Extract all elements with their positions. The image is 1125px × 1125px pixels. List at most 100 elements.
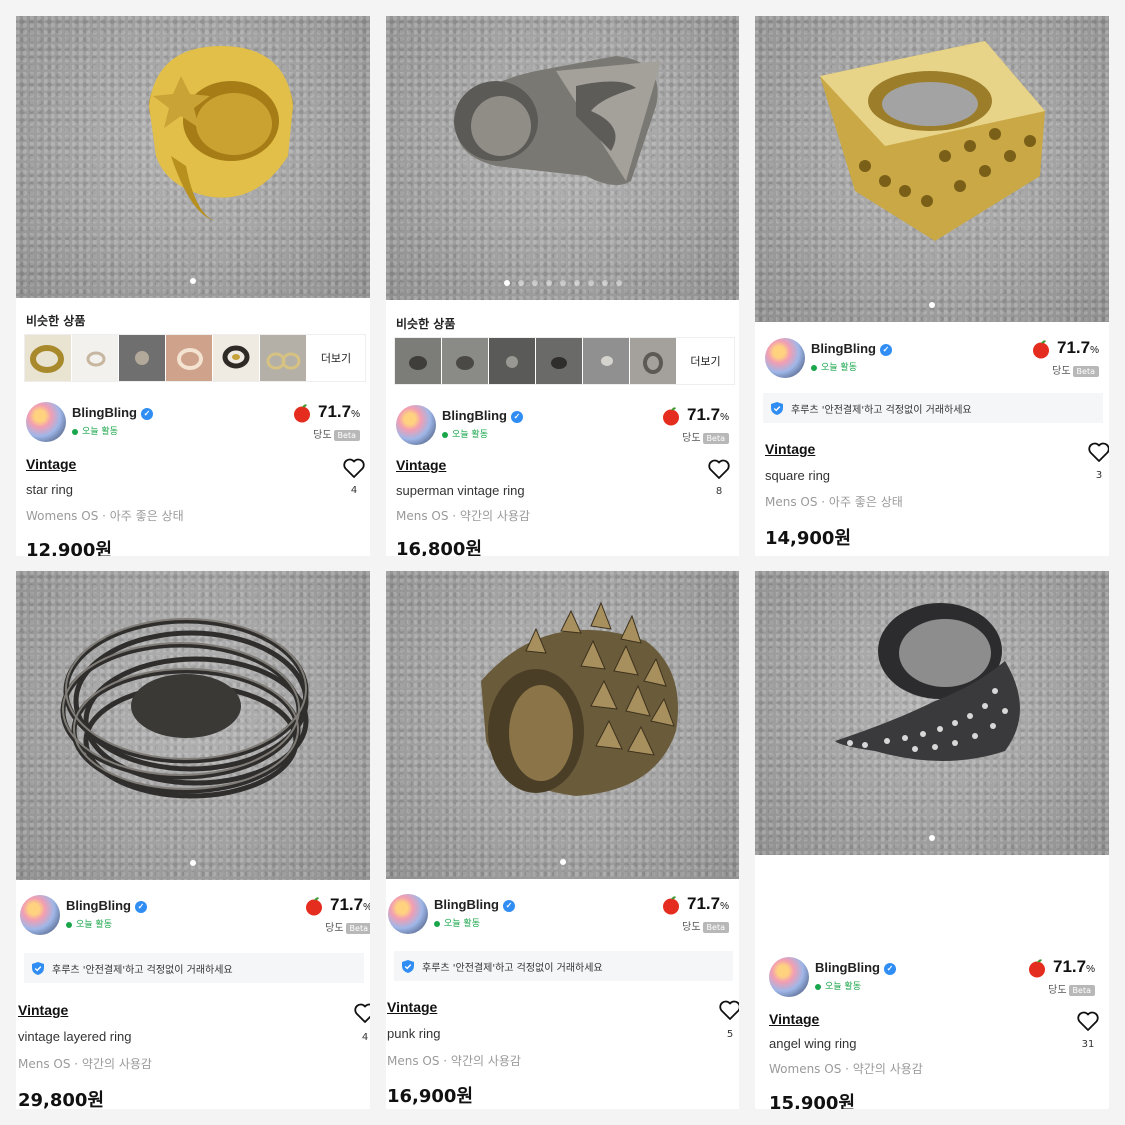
beta-badge: Beta <box>702 922 729 933</box>
apple-icon <box>663 406 679 426</box>
sweetness-score: 71.7% <box>292 402 360 423</box>
activity-status: 오늘 활동 <box>821 363 857 373</box>
product-photo[interactable] <box>755 571 1109 855</box>
product-photo[interactable] <box>755 16 1109 322</box>
safe-payment-banner[interactable]: 후루츠 '안전결제'하고 걱정없이 거래하세요 <box>24 953 364 983</box>
seller-name[interactable]: BlingBling <box>72 405 137 420</box>
similar-item-thumb[interactable] <box>442 338 489 384</box>
similar-item-thumb[interactable] <box>213 335 260 381</box>
product-brand[interactable]: Vintage <box>769 1011 819 1027</box>
seller-name[interactable]: BlingBling <box>815 960 880 975</box>
similar-item-thumb[interactable] <box>72 335 119 381</box>
similar-item-thumb[interactable] <box>536 338 583 384</box>
product-brand[interactable]: Vintage <box>396 457 446 473</box>
product-name[interactable]: vintage layered ring <box>18 1029 131 1044</box>
sweetness-score: 71.7% <box>1031 338 1099 359</box>
seller-avatar[interactable] <box>769 957 809 997</box>
product-condition: Mens OS · 약간의 사용감 <box>387 1054 521 1068</box>
product-brand[interactable]: Vintage <box>18 1002 68 1018</box>
product-name[interactable]: punk ring <box>387 1026 440 1041</box>
like-count: 4 <box>350 485 358 496</box>
product-photo[interactable] <box>386 16 739 300</box>
activity-status: 오늘 활동 <box>452 430 488 440</box>
product-condition: Womens OS · 약간의 사용감 <box>769 1062 923 1076</box>
seller-row[interactable]: BlingBling ✓ 오늘 활동 71.7% 당도Beta <box>769 957 1099 999</box>
seller-avatar[interactable] <box>26 402 66 442</box>
more-similar-button[interactable]: 더보기 <box>677 338 734 384</box>
seller-avatar[interactable] <box>396 405 436 445</box>
online-dot-icon <box>442 431 448 438</box>
punk-ring-image <box>481 601 678 796</box>
product-brand[interactable]: Vintage <box>26 456 76 472</box>
product-photo[interactable] <box>386 571 739 879</box>
seller-name[interactable]: BlingBling <box>66 898 131 913</box>
dangdo-label: 당도 <box>1048 985 1067 996</box>
safe-payment-text: 후루츠 '안전결제'하고 걱정없이 거래하세요 <box>52 964 233 976</box>
activity-status: 오늘 활동 <box>76 920 112 930</box>
seller-avatar[interactable] <box>765 338 805 378</box>
similar-item-thumb[interactable] <box>119 335 166 381</box>
seller-row[interactable]: BlingBling ✓ 오늘 활동 71.7% 당도Beta <box>396 405 733 447</box>
seller-name[interactable]: BlingBling <box>811 341 876 356</box>
similar-items-row: 더보기 <box>24 334 366 382</box>
shield-check-icon <box>32 961 44 975</box>
similar-item-thumb[interactable] <box>260 335 307 381</box>
safe-payment-banner[interactable]: 후루츠 '안전결제'하고 걱정없이 거래하세요 <box>394 951 733 981</box>
safe-payment-text: 후루츠 '안전결제'하고 걱정없이 거래하세요 <box>422 962 603 974</box>
square-ring-image <box>820 41 1045 241</box>
similar-items-row: 더보기 <box>394 337 735 385</box>
similar-items-title: 비슷한 상품 <box>396 317 456 331</box>
beta-badge: Beta <box>1072 366 1099 377</box>
heart-icon[interactable] <box>342 456 366 480</box>
product-name[interactable]: square ring <box>765 468 830 483</box>
similar-items-title: 비슷한 상품 <box>26 314 86 328</box>
product-condition: Mens OS · 약간의 사용감 <box>18 1057 152 1071</box>
product-photo[interactable] <box>16 571 370 880</box>
activity-status: 오늘 활동 <box>82 427 118 437</box>
sweetness-score: 71.7% <box>661 405 729 426</box>
product-brand[interactable]: Vintage <box>765 441 815 457</box>
seller-name[interactable]: BlingBling <box>442 408 507 423</box>
similar-item-thumb[interactable] <box>25 335 72 381</box>
product-card-star-ring[interactable]: 비슷한 상품 더보기 BlingBling ✓ 오늘 활동 71.7% 당도 Bet… <box>16 16 370 556</box>
beta-badge: Beta <box>702 433 729 444</box>
product-brand[interactable]: Vintage <box>387 999 437 1015</box>
product-price: 14,900원 <box>765 528 852 549</box>
product-name[interactable]: angel wing ring <box>769 1036 856 1051</box>
seller-name[interactable]: BlingBling <box>434 897 499 912</box>
dangdo-label: 당도 <box>682 922 701 933</box>
seller-avatar[interactable] <box>388 894 428 934</box>
beta-badge: Beta <box>1068 985 1095 996</box>
product-card-layered-ring[interactable]: BlingBling ✓ 오늘 활동 71.7% 당도Beta 후루츠 '안전결제… <box>16 571 370 1109</box>
product-card-square-ring[interactable]: BlingBling ✓ 오늘 활동 71.7% 당도 Beta 후루츠 '안전결제… <box>755 16 1109 556</box>
product-card-angel-wing-ring[interactable]: BlingBling ✓ 오늘 활동 71.7% 당도 Beta Vintage a… <box>755 571 1109 1109</box>
product-photo[interactable] <box>16 16 370 298</box>
seller-row[interactable]: BlingBling ✓ 오늘 활동 71.7% 당도Beta <box>765 338 1103 380</box>
similar-item-thumb[interactable] <box>489 338 536 384</box>
safe-payment-text: 후루츠 '안전결제'하고 걱정없이 거래하세요 <box>791 404 972 416</box>
seller-row[interactable]: BlingBling ✓ 오늘 활동 71.7% 당도Beta <box>20 895 370 937</box>
shield-check-icon <box>771 401 783 415</box>
seller-row[interactable]: BlingBling ✓ 오늘 활동 71.7% 당도Beta <box>388 894 733 936</box>
product-price: 15,900원 <box>769 1093 856 1109</box>
more-similar-button[interactable]: 더보기 <box>307 335 365 381</box>
similar-item-thumb[interactable] <box>583 338 630 384</box>
verified-badge-icon: ✓ <box>141 407 153 420</box>
similar-item-thumb[interactable] <box>630 338 677 384</box>
product-name[interactable]: star ring <box>26 482 73 497</box>
product-name[interactable]: superman vintage ring <box>396 483 525 498</box>
similar-item-thumb[interactable] <box>166 335 213 381</box>
seller-avatar[interactable] <box>20 895 60 935</box>
heart-icon[interactable] <box>707 457 731 481</box>
heart-icon[interactable] <box>1087 440 1109 464</box>
similar-item-thumb[interactable] <box>395 338 442 384</box>
product-card-punk-ring[interactable]: BlingBling ✓ 오늘 활동 71.7% 당도 Beta 후루츠 '안전결제… <box>386 571 739 1109</box>
apple-icon <box>306 896 322 916</box>
heart-icon[interactable] <box>1076 1009 1100 1033</box>
heart-icon[interactable] <box>718 998 739 1022</box>
verified-badge-icon: ✓ <box>511 410 523 423</box>
safe-payment-banner[interactable]: 후루츠 '안전결제'하고 걱정없이 거래하세요 <box>763 393 1103 423</box>
seller-row[interactable]: BlingBling ✓ 오늘 활동 71.7% 당도Beta <box>26 402 364 444</box>
product-card-superman-ring[interactable]: 비슷한 상품 더보기 BlingBling ✓ 오늘 활동 71.7% 당도 Bet… <box>386 16 739 556</box>
heart-icon[interactable] <box>353 1001 370 1025</box>
